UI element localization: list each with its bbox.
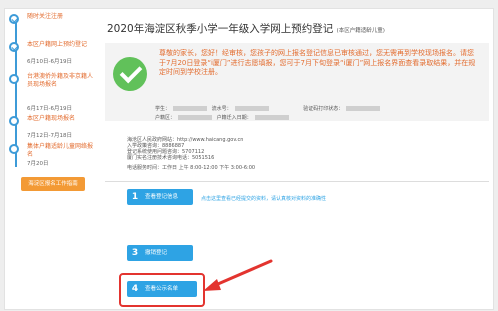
button-label: 查看登记信息 — [145, 194, 179, 200]
cancel-registration-button[interactable]: 3 撤销登记 — [127, 245, 193, 261]
step-title: 集体户籍适龄儿童网络报名 — [27, 143, 94, 158]
redacted-value — [234, 106, 269, 111]
contact-info: 海沧区人民政府网站：http://www.haicang.gov.cn 入学政策… — [127, 137, 327, 171]
step-date: 7月20日 — [27, 161, 49, 167]
progress-sidebar: 随时关注注册 本区户籍网上预约登记 6月10日-6月19日 台港澳侨外籍及非京籍… — [5, 9, 93, 309]
step-title: 本区户籍现场报名 — [27, 115, 76, 122]
student-info-row: 学生： 流水号： 验证码打印状态： — [155, 105, 383, 112]
notice-text: 尊敬的家长，您好！经审核，您孩子的网上报名登记信息已审核通过，您无需再到学校现场… — [159, 49, 476, 76]
step-date: 6月17日-6月19日 — [27, 106, 72, 112]
check-circle-icon — [9, 42, 19, 52]
approval-notice: 尊敬的家长，您好！经审核，您孩子的网上报名登记信息已审核通过，您无需再到学校现场… — [105, 43, 489, 121]
check-circle-icon — [9, 14, 19, 24]
red-arrow-icon — [203, 259, 273, 291]
page-title-text: 2020年海淀区秋季小学一年级入学网上预约登记 — [107, 23, 334, 35]
service-hours-line: 电话服务时间：工作日 上午 8:00-12:00 下午 3:00-6:00 — [127, 165, 256, 171]
circle-icon — [9, 116, 19, 126]
step-title: 本区户籍网上预约登记 — [27, 41, 88, 48]
hukou-date-label: 户籍迁入日期： — [216, 115, 252, 121]
highlight-box — [119, 273, 205, 307]
registration-guide-button[interactable]: 海淀区报名工作指南 — [21, 177, 85, 191]
circle-icon — [9, 74, 19, 84]
redacted-value — [173, 106, 208, 111]
verify-label: 验证码打印状态： — [303, 106, 344, 112]
check-icon — [113, 57, 147, 91]
divider — [105, 181, 489, 182]
redacted-value — [254, 115, 289, 120]
button-label: 撤销登记 — [145, 250, 168, 256]
redacted-value — [178, 115, 213, 120]
step-date: 6月10日-6月19日 — [27, 59, 72, 65]
step-title: 随时关注注册 — [27, 13, 64, 20]
student-label: 学生： — [155, 106, 171, 112]
hukou-info-row: 户籍区： 户籍迁入日期： — [155, 114, 292, 121]
hukou-area-label: 户籍区： — [155, 115, 176, 121]
page: 随时关注注册 本区户籍网上预约登记 6月10日-6月19日 台港澳侨外籍及非京籍… — [4, 8, 494, 310]
page-title-note: (本区户籍适龄儿童) — [336, 28, 385, 34]
page-title: 2020年海淀区秋季小学一年级入学网上预约登记 (本区户籍适龄儿童) — [107, 21, 385, 36]
step-number: 1 — [131, 192, 139, 202]
circle-icon — [9, 144, 19, 154]
view-registration-hint: 点击这里查看已经提交的资料，请认真核对资料的准确性 — [201, 196, 327, 202]
step-date: 7月12日-7月18日 — [27, 133, 72, 139]
step-title: 台港澳侨外籍及非京籍人员现场报名 — [27, 73, 94, 88]
flow-label: 流水号： — [211, 106, 232, 112]
step-number: 3 — [131, 248, 139, 258]
view-registration-button[interactable]: 1 查看登记信息 — [127, 189, 193, 205]
redacted-value — [346, 106, 381, 111]
